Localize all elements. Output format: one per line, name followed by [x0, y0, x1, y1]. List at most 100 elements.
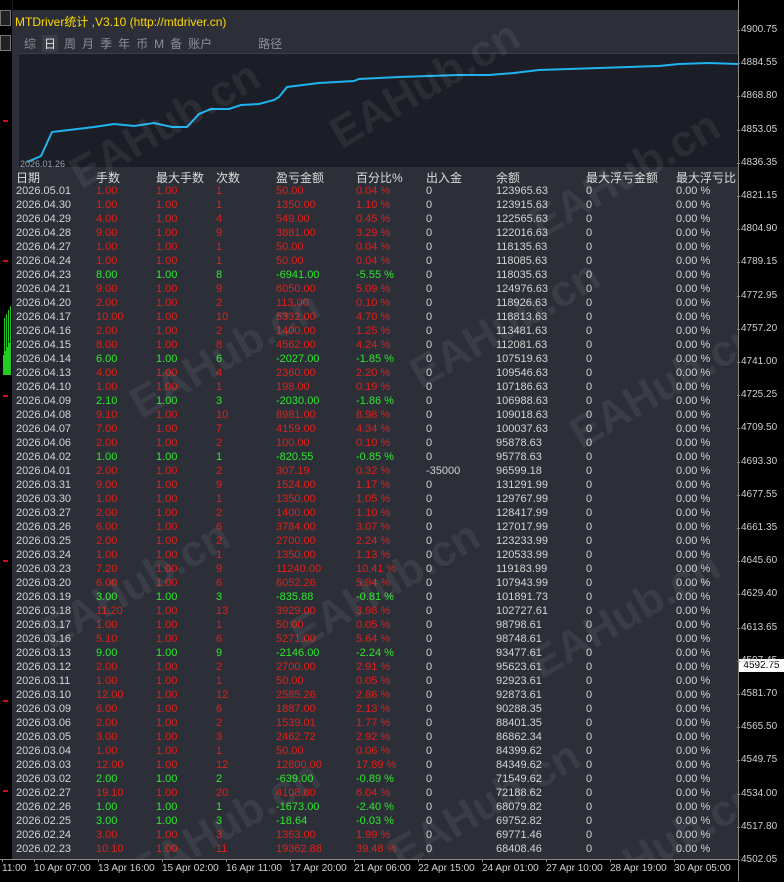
table-row[interactable]: 2026.02.24 3.00 1.00 3 1363.00 1.99 % 0 69771.4… — [16, 828, 738, 842]
table-row[interactable]: 2026.04.23 8.00 1.00 8 -6941.00 -5.55 % 0 11803… — [16, 268, 738, 282]
tab-6[interactable]: 币 — [136, 35, 148, 52]
cell-pnl: 100.00 — [276, 437, 310, 449]
table-row[interactable]: 2026.03.20 6.00 1.00 6 6052.26 5.94 % 0 107943.… — [16, 576, 738, 590]
price-axis[interactable]: 4592.75 4900.75 4884.55 4868.80 4853.05 4836… — [736, 0, 784, 881]
cell-count: 2 — [216, 507, 223, 519]
cell-flow: 0 — [426, 521, 433, 533]
cell-flow: 0 — [426, 381, 433, 393]
table-row[interactable]: 2026.04.07 7.00 1.00 7 4159.00 4.34 % 0 100037.… — [16, 422, 738, 436]
table-row[interactable]: 2026.03.26 6.00 1.00 6 3784.00 3.07 % 0 127017.… — [16, 520, 738, 534]
cell-date: 2026.03.05 — [16, 731, 72, 743]
tab-0[interactable]: 综 — [24, 35, 36, 52]
cell-count: 1 — [216, 801, 223, 813]
table-row[interactable]: 2026.04.27 1.00 1.00 1 50.00 0.04 % 0 118135.63… — [16, 240, 738, 254]
price-tick: 4836.35 — [736, 156, 778, 168]
table-row[interactable]: 2026.03.04 1.00 1.00 1 50.00 0.06 % 0 84399.62 0… — [16, 744, 738, 758]
table-row[interactable]: 2026.03.03 12.00 1.00 12 12800.00 17.89 % 0 843… — [16, 758, 738, 772]
table-row[interactable]: 2026.04.08 9.10 1.00 10 8981.00 8.98 % 0 109018… — [16, 408, 738, 422]
cell-max_dd: 0 — [586, 241, 593, 253]
table-row[interactable]: 2026.03.09 6.00 1.00 6 1887.00 2.13 % 0 90288.3… — [16, 702, 738, 716]
cell-pct: 1.25 % — [356, 325, 391, 337]
table-row[interactable]: 2026.03.05 3.00 1.00 3 2462.72 2.92 % 0 86862.3… — [16, 730, 738, 744]
table-row[interactable]: 2026.03.25 2.00 1.00 2 2700.00 2.24 % 0 123233.… — [16, 534, 738, 548]
cell-flow: 0 — [426, 367, 433, 379]
table-row[interactable]: 2026.03.24 1.00 1.00 1 1350.00 1.13 % 0 120533.… — [16, 548, 738, 562]
cell-balance: 118035.63 — [496, 269, 548, 281]
tab-5[interactable]: 年 — [118, 35, 130, 52]
cell-max_dd: 0 — [586, 451, 593, 463]
table-row[interactable]: 2026.03.23 7.20 1.00 9 11240.00 10.41 % 0 11918… — [16, 562, 738, 576]
cell-max_dd: 0 — [586, 731, 593, 743]
tab-1[interactable]: 日 — [42, 35, 59, 52]
cell-balance: 102727.61 — [496, 605, 548, 617]
table-row[interactable]: 2026.03.30 1.00 1.00 1 1350.00 1.05 % 0 129767.… — [16, 492, 738, 506]
table-row[interactable]: 2026.02.26 1.00 1.00 1 -1673.00 -2.40 % 0 68079… — [16, 800, 738, 814]
cell-flow: -35000 — [426, 465, 461, 477]
table-row[interactable]: 2026.04.28 9.00 1.00 9 3881.00 3.29 % 0 122016.… — [16, 226, 738, 240]
table-row[interactable]: 2026.03.13 9.00 1.00 9 -2146.00 -2.24 % 0 93477… — [16, 646, 738, 660]
tab-8[interactable]: 备 — [170, 35, 182, 52]
table-row[interactable]: 2026.02.25 3.00 1.00 3 -18.64 -0.03 % 0 69752.8… — [16, 814, 738, 828]
table-row[interactable]: 2026.04.09 2.10 1.00 3 -2030.00 -1.86 % 0 10698… — [16, 394, 738, 408]
cell-flow: 0 — [426, 787, 433, 799]
cell-max_dd_pct: 0.00 % — [676, 773, 711, 785]
table-row[interactable]: 2026.03.19 3.00 1.00 3 -835.88 -0.81 % 0 101891… — [16, 590, 738, 604]
cell-max_dd: 0 — [586, 661, 593, 673]
table-row[interactable]: 2026.03.12 2.00 1.00 2 2700.00 2.91 % 0 95623.6… — [16, 660, 738, 674]
cell-max_dd_pct: 0.00 % — [676, 465, 711, 477]
cell-lots: 12.00 — [96, 759, 124, 771]
table-row[interactable]: 2026.04.02 1.00 1.00 1 -820.55 -0.85 % 0 95778.… — [16, 450, 738, 464]
table-row[interactable]: 2026.03.27 2.00 1.00 2 1400.00 1.10 % 0 128417.… — [16, 506, 738, 520]
table-row[interactable]: 2026.04.30 1.00 1.00 1 1350.00 1.10 % 0 123915.… — [16, 198, 738, 212]
table-row[interactable]: 2026.04.21 9.00 1.00 9 6050.00 5.09 % 0 124976.… — [16, 282, 738, 296]
table-row[interactable]: 2026.03.10 12.00 1.00 12 2585.26 2.86 % 0 92873… — [16, 688, 738, 702]
tab-3[interactable]: 月 — [82, 35, 94, 52]
time-axis[interactable]: 11:00 10 Apr 07:00 13 Apr 16:00 15 Apr 02:0… — [0, 859, 738, 882]
table-row[interactable]: 2026.04.10 1.00 1.00 1 198.00 0.19 % 0 107186.6… — [16, 380, 738, 394]
cell-pct: 8.98 % — [356, 409, 391, 421]
table-row[interactable]: 2026.02.27 19.10 1.00 20 4108.80 6.04 % 0 72188… — [16, 786, 738, 800]
table-row[interactable]: 2026.03.06 2.00 1.00 2 1539.01 1.77 % 0 88401.3… — [16, 716, 738, 730]
tab-path[interactable]: 路径 — [258, 35, 282, 52]
table-row[interactable]: 2026.05.01 1.00 1.00 1 50.00 0.04 % 0 123965.63… — [16, 184, 738, 198]
table-row[interactable]: 2026.04.14 6.00 1.00 6 -2027.00 -1.85 % 0 10751… — [16, 352, 738, 366]
cell-flow: 0 — [426, 535, 433, 547]
table-row[interactable]: 2026.04.15 8.00 1.00 8 4562.00 4.24 % 0 112081.… — [16, 338, 738, 352]
cell-balance: 68079.82 — [496, 801, 542, 813]
table-row[interactable]: 2026.04.01 2.00 1.00 2 307.19 0.32 % -35000 965… — [16, 464, 738, 478]
cell-max_dd: 0 — [586, 213, 593, 225]
table-row[interactable]: 2026.03.17 1.00 1.00 1 50.00 0.05 % 0 98798.61 0… — [16, 618, 738, 632]
cell-balance: 123233.99 — [496, 535, 548, 547]
table-row[interactable]: 2026.03.16 5.10 1.00 6 5271.00 5.64 % 0 98748.6… — [16, 632, 738, 646]
table-row[interactable]: 2026.04.29 4.00 1.00 4 549.00 0.45 % 0 122565.6… — [16, 212, 738, 226]
cell-max_lots: 1.00 — [156, 325, 178, 337]
cell-pct: 0.06 % — [356, 745, 391, 757]
cell-max_dd_pct: 0.00 % — [676, 731, 711, 743]
table-row[interactable]: 2026.04.16 2.00 1.00 2 1400.00 1.25 % 0 113481.… — [16, 324, 738, 338]
cell-date: 2026.03.16 — [16, 633, 72, 645]
table-row[interactable]: 2026.04.17 10.00 1.00 10 5332.00 4.70 % 0 11881… — [16, 310, 738, 324]
table-row[interactable]: 2026.04.13 4.00 1.00 4 2360.00 2.20 % 0 109546.… — [16, 366, 738, 380]
cell-pnl: 307.19 — [276, 465, 310, 477]
table-row[interactable]: 2026.03.31 9.00 1.00 9 1524.00 1.17 % 0 131291.… — [16, 478, 738, 492]
tab-9[interactable]: 账户 — [188, 35, 212, 52]
price-tick: 4789.15 — [736, 256, 778, 268]
cell-max_dd_pct: 0.00 % — [676, 339, 711, 351]
table-row[interactable]: 2026.02.23 10.10 1.00 11 19362.88 39.48 % 0 684… — [16, 842, 738, 856]
cell-max_dd: 0 — [586, 283, 593, 295]
tab-4[interactable]: 季 — [100, 35, 112, 52]
tab-7[interactable]: M — [154, 37, 164, 51]
cell-balance: 84399.62 — [496, 745, 542, 757]
window-control-button[interactable] — [0, 10, 11, 26]
table-row[interactable]: 2026.04.06 2.00 1.00 2 100.00 0.10 % 0 95878.63… — [16, 436, 738, 450]
table-row[interactable]: 2026.04.20 2.00 1.00 2 113.00 0.10 % 0 118926.6… — [16, 296, 738, 310]
cell-flow: 0 — [426, 297, 433, 309]
window-control-button[interactable] — [0, 35, 11, 51]
chart-area[interactable]: MTDriver统计 ,V3.10 (http://mtdriver.cn) 综… — [0, 0, 738, 859]
table-row[interactable]: 2026.03.02 2.00 1.00 2 -639.00 -0.89 % 0 71549.… — [16, 772, 738, 786]
table-row[interactable]: 2026.03.11 1.00 1.00 1 50.00 0.05 % 0 92923.61 0… — [16, 674, 738, 688]
tab-2[interactable]: 周 — [64, 35, 76, 52]
table-row[interactable]: 2026.03.18 11.20 1.00 13 3929.00 3.98 % 0 10272… — [16, 604, 738, 618]
table-row[interactable]: 2026.04.24 1.00 1.00 1 50.00 0.04 % 0 118085.63… — [16, 254, 738, 268]
cell-max_lots: 1.00 — [156, 563, 178, 575]
